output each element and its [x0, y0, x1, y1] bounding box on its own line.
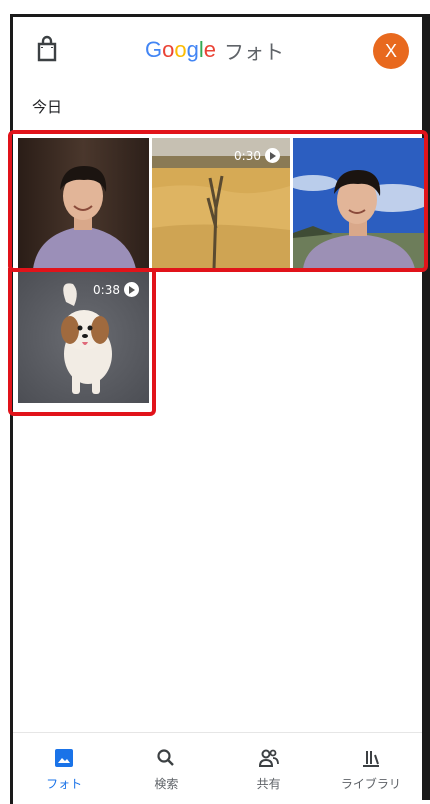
video-badge: 0:30 [234, 148, 280, 163]
nav-item-photos[interactable]: フォト [13, 733, 115, 801]
nav-item-library[interactable]: ライブラリ [320, 733, 422, 801]
bottom-navigation: フォト 検索 共有 ライブラリ [13, 732, 422, 801]
google-letter: e [203, 37, 217, 62]
people-icon [258, 749, 279, 767]
google-logo-text: Google [145, 37, 216, 63]
video-thumbnail[interactable]: 0:30 [152, 138, 290, 269]
video-badge: 0:38 [93, 282, 139, 297]
nav-item-search[interactable]: 検索 [115, 733, 217, 801]
video-duration: 0:38 [93, 282, 120, 297]
nav-label: 検索 [154, 777, 179, 791]
shopping-bag-icon[interactable] [35, 35, 59, 63]
app-title-suffix: フォト [224, 39, 285, 64]
portrait-photo-image [18, 138, 149, 269]
play-icon [265, 148, 280, 163]
nav-label: 共有 [256, 777, 281, 791]
photo-thumbnail[interactable] [293, 138, 424, 269]
library-icon [362, 751, 379, 767]
portrait-sky-image [293, 138, 424, 269]
photo-icon [55, 749, 74, 767]
video-duration: 0:30 [234, 148, 261, 163]
play-icon [124, 282, 139, 297]
phone-frame [10, 14, 422, 804]
app-title: Google フォト [145, 35, 284, 65]
google-letter: o [174, 37, 187, 62]
nav-label: フォト [46, 777, 83, 791]
video-thumbnail[interactable]: 0:38 [18, 272, 149, 403]
phone-frame-edge [422, 14, 430, 800]
nav-label: ライブラリ [340, 777, 401, 791]
app-header: Google フォト X [13, 17, 422, 85]
search-icon [157, 749, 175, 766]
google-letter: g [186, 37, 199, 62]
google-letter: o [162, 37, 175, 62]
photo-thumbnail[interactable] [18, 138, 149, 269]
google-letter: G [145, 37, 163, 62]
nav-item-sharing[interactable]: 共有 [218, 733, 320, 801]
date-section-title: 今日 [32, 98, 63, 116]
account-avatar[interactable]: X [373, 33, 409, 69]
